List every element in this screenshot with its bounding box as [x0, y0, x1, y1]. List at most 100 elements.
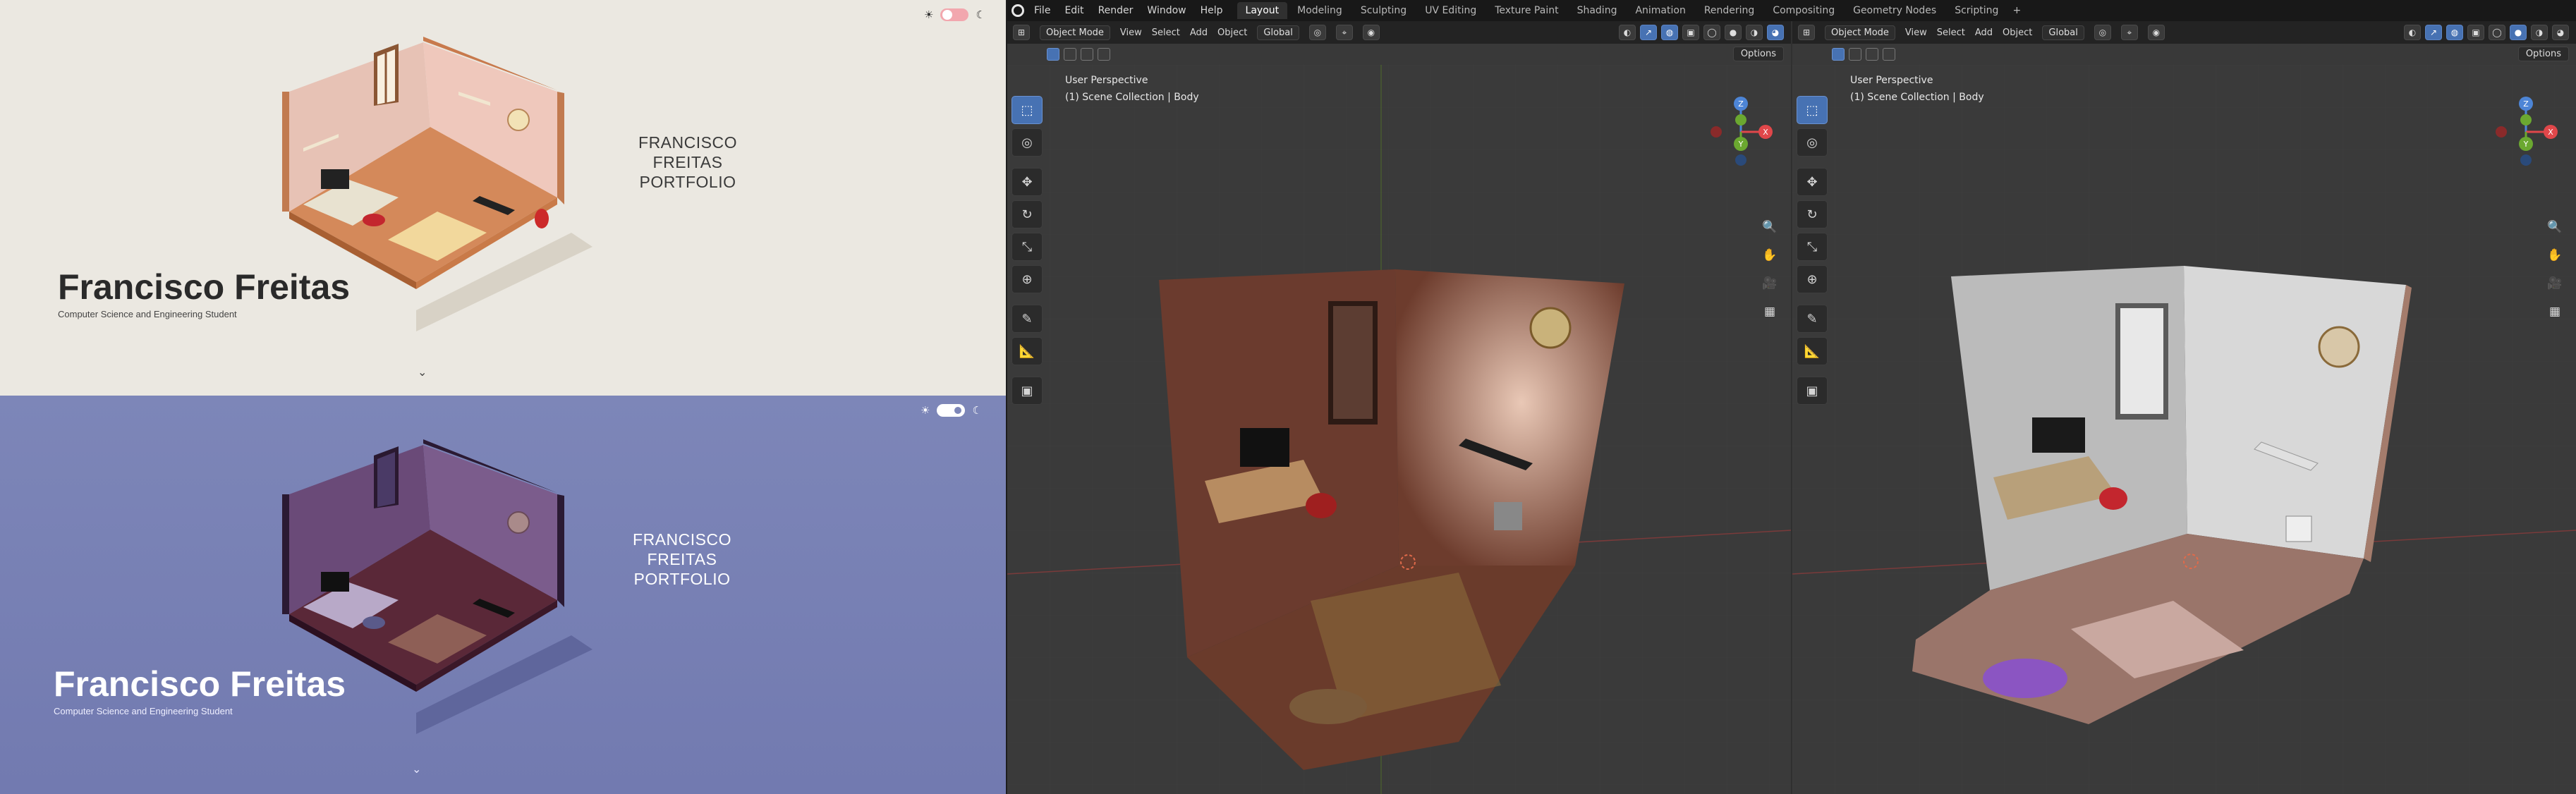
- solid-shading-icon[interactable]: ●: [1725, 25, 1742, 40]
- overlay-toggle-icon[interactable]: ◍: [2446, 25, 2463, 40]
- visibility-icon[interactable]: ◐: [1619, 25, 1636, 40]
- chevron-down-icon[interactable]: ⌄: [412, 762, 421, 776]
- transform-tool-icon[interactable]: ⊕: [1011, 265, 1043, 293]
- pivot-icon[interactable]: ◎: [2094, 25, 2111, 40]
- chevron-down-icon[interactable]: ⌄: [418, 365, 427, 379]
- select-mode-extend-icon[interactable]: [1064, 48, 1076, 61]
- measure-tool-icon[interactable]: 📐: [1011, 337, 1043, 365]
- zoom-icon[interactable]: 🔍: [2545, 217, 2565, 237]
- theme-toggle[interactable]: ☀ ☾: [924, 8, 985, 21]
- gizmo-toggle-icon[interactable]: ↗: [2425, 25, 2442, 40]
- menu-edit[interactable]: Edit: [1064, 5, 1083, 16]
- pan-hand-icon[interactable]: ✋: [2545, 245, 2565, 265]
- transform-orientation[interactable]: Global: [1257, 25, 1299, 40]
- 3d-scene-solid[interactable]: [1792, 65, 2576, 794]
- navigation-gizmo[interactable]: Z X Y: [2487, 93, 2565, 171]
- add-workspace-icon[interactable]: +: [2012, 5, 2021, 16]
- select-mode-subtract-icon[interactable]: [1081, 48, 1093, 61]
- tab-texture-paint[interactable]: Texture Paint: [1486, 2, 1567, 19]
- tab-rendering[interactable]: Rendering: [1696, 2, 1763, 19]
- tab-uv-editing[interactable]: UV Editing: [1416, 2, 1485, 19]
- menu-help[interactable]: Help: [1201, 5, 1223, 16]
- mode-selector[interactable]: Object Mode: [1040, 25, 1110, 40]
- annotate-tool-icon[interactable]: ✎: [1011, 305, 1043, 333]
- select-mode-extend-icon[interactable]: [1849, 48, 1861, 61]
- viewport-solid[interactable]: ⊞ Object Mode View Select Add Object Glo…: [1792, 21, 2576, 794]
- options-dropdown[interactable]: Options: [1732, 47, 1784, 61]
- rendered-shading-icon[interactable]: ◕: [1767, 25, 1784, 40]
- menu-select[interactable]: Select: [1937, 28, 1965, 38]
- zoom-icon[interactable]: 🔍: [1760, 217, 1780, 237]
- menu-file[interactable]: File: [1034, 5, 1050, 16]
- tab-layout[interactable]: Layout: [1237, 2, 1288, 19]
- select-box-tool-icon[interactable]: ⬚: [1797, 96, 1828, 124]
- menu-add[interactable]: Add: [1190, 28, 1208, 38]
- overlay-toggle-icon[interactable]: ◍: [1661, 25, 1678, 40]
- snap-icon[interactable]: ⌖: [2120, 25, 2138, 40]
- material-shading-icon[interactable]: ◑: [1746, 25, 1763, 40]
- grid-ortho-icon[interactable]: ▦: [1760, 302, 1780, 322]
- gizmo-toggle-icon[interactable]: ↗: [1640, 25, 1657, 40]
- xray-icon[interactable]: ▣: [1682, 25, 1699, 40]
- move-tool-icon[interactable]: ✥: [1011, 168, 1043, 196]
- menu-object[interactable]: Object: [1217, 28, 1247, 38]
- wireframe-shading-icon[interactable]: ◯: [2489, 25, 2505, 40]
- add-cube-tool-icon[interactable]: ▣: [1797, 377, 1828, 405]
- menu-view[interactable]: View: [1120, 28, 1142, 38]
- annotate-tool-icon[interactable]: ✎: [1797, 305, 1828, 333]
- tab-geometry-nodes[interactable]: Geometry Nodes: [1845, 2, 1945, 19]
- material-shading-icon[interactable]: ◑: [2531, 25, 2548, 40]
- solid-shading-icon[interactable]: ●: [2510, 25, 2527, 40]
- tab-shading[interactable]: Shading: [1569, 2, 1626, 19]
- select-mode-new-icon[interactable]: [1832, 48, 1845, 61]
- select-mode-new-icon[interactable]: [1047, 48, 1059, 61]
- mode-selector[interactable]: Object Mode: [1825, 25, 1895, 40]
- options-dropdown[interactable]: Options: [2517, 47, 2569, 61]
- camera-icon[interactable]: 🎥: [2545, 274, 2565, 293]
- navigation-gizmo[interactable]: Z X Y: [1702, 93, 1780, 171]
- scale-tool-icon[interactable]: ⤡: [1797, 233, 1828, 261]
- select-mode-intersect-icon[interactable]: [1883, 48, 1895, 61]
- select-mode-subtract-icon[interactable]: [1866, 48, 1878, 61]
- theme-switch[interactable]: [937, 404, 966, 417]
- tab-sculpting[interactable]: Sculpting: [1352, 2, 1415, 19]
- editor-type-icon[interactable]: ⊞: [1798, 25, 1815, 40]
- menu-render[interactable]: Render: [1098, 5, 1134, 16]
- rotate-tool-icon[interactable]: ↻: [1011, 200, 1043, 228]
- grid-ortho-icon[interactable]: ▦: [2545, 302, 2565, 322]
- select-box-tool-icon[interactable]: ⬚: [1011, 96, 1043, 124]
- cursor-tool-icon[interactable]: ◎: [1797, 128, 1828, 157]
- rendered-shading-icon[interactable]: ◕: [2552, 25, 2569, 40]
- menu-view[interactable]: View: [1905, 28, 1927, 38]
- blender-logo-icon[interactable]: [1011, 4, 1024, 17]
- rotate-tool-icon[interactable]: ↻: [1797, 200, 1828, 228]
- menu-window[interactable]: Window: [1147, 5, 1186, 16]
- menu-select[interactable]: Select: [1152, 28, 1180, 38]
- transform-orientation[interactable]: Global: [2042, 25, 2084, 40]
- proportional-icon[interactable]: ◉: [2147, 25, 2165, 40]
- theme-switch[interactable]: [940, 8, 969, 21]
- scale-tool-icon[interactable]: ⤡: [1011, 233, 1043, 261]
- tab-scripting[interactable]: Scripting: [1946, 2, 2007, 19]
- measure-tool-icon[interactable]: 📐: [1797, 337, 1828, 365]
- xray-icon[interactable]: ▣: [2467, 25, 2484, 40]
- select-mode-intersect-icon[interactable]: [1098, 48, 1110, 61]
- tab-compositing[interactable]: Compositing: [1764, 2, 1843, 19]
- transform-tool-icon[interactable]: ⊕: [1797, 265, 1828, 293]
- proportional-icon[interactable]: ◉: [1362, 25, 1380, 40]
- viewport-rendered[interactable]: ⊞ Object Mode View Select Add Object Glo…: [1007, 21, 1791, 794]
- snap-icon[interactable]: ⌖: [1335, 25, 1353, 40]
- camera-icon[interactable]: 🎥: [1760, 274, 1780, 293]
- visibility-icon[interactable]: ◐: [2404, 25, 2421, 40]
- menu-object[interactable]: Object: [2003, 28, 2032, 38]
- add-cube-tool-icon[interactable]: ▣: [1011, 377, 1043, 405]
- cursor-tool-icon[interactable]: ◎: [1011, 128, 1043, 157]
- theme-toggle[interactable]: ☀ ☾: [921, 404, 982, 417]
- editor-type-icon[interactable]: ⊞: [1013, 25, 1030, 40]
- menu-add[interactable]: Add: [1975, 28, 1993, 38]
- pan-hand-icon[interactable]: ✋: [1760, 245, 1780, 265]
- wireframe-shading-icon[interactable]: ◯: [1703, 25, 1720, 40]
- pivot-icon[interactable]: ◎: [1308, 25, 1326, 40]
- 3d-scene-rendered[interactable]: [1007, 65, 1791, 794]
- move-tool-icon[interactable]: ✥: [1797, 168, 1828, 196]
